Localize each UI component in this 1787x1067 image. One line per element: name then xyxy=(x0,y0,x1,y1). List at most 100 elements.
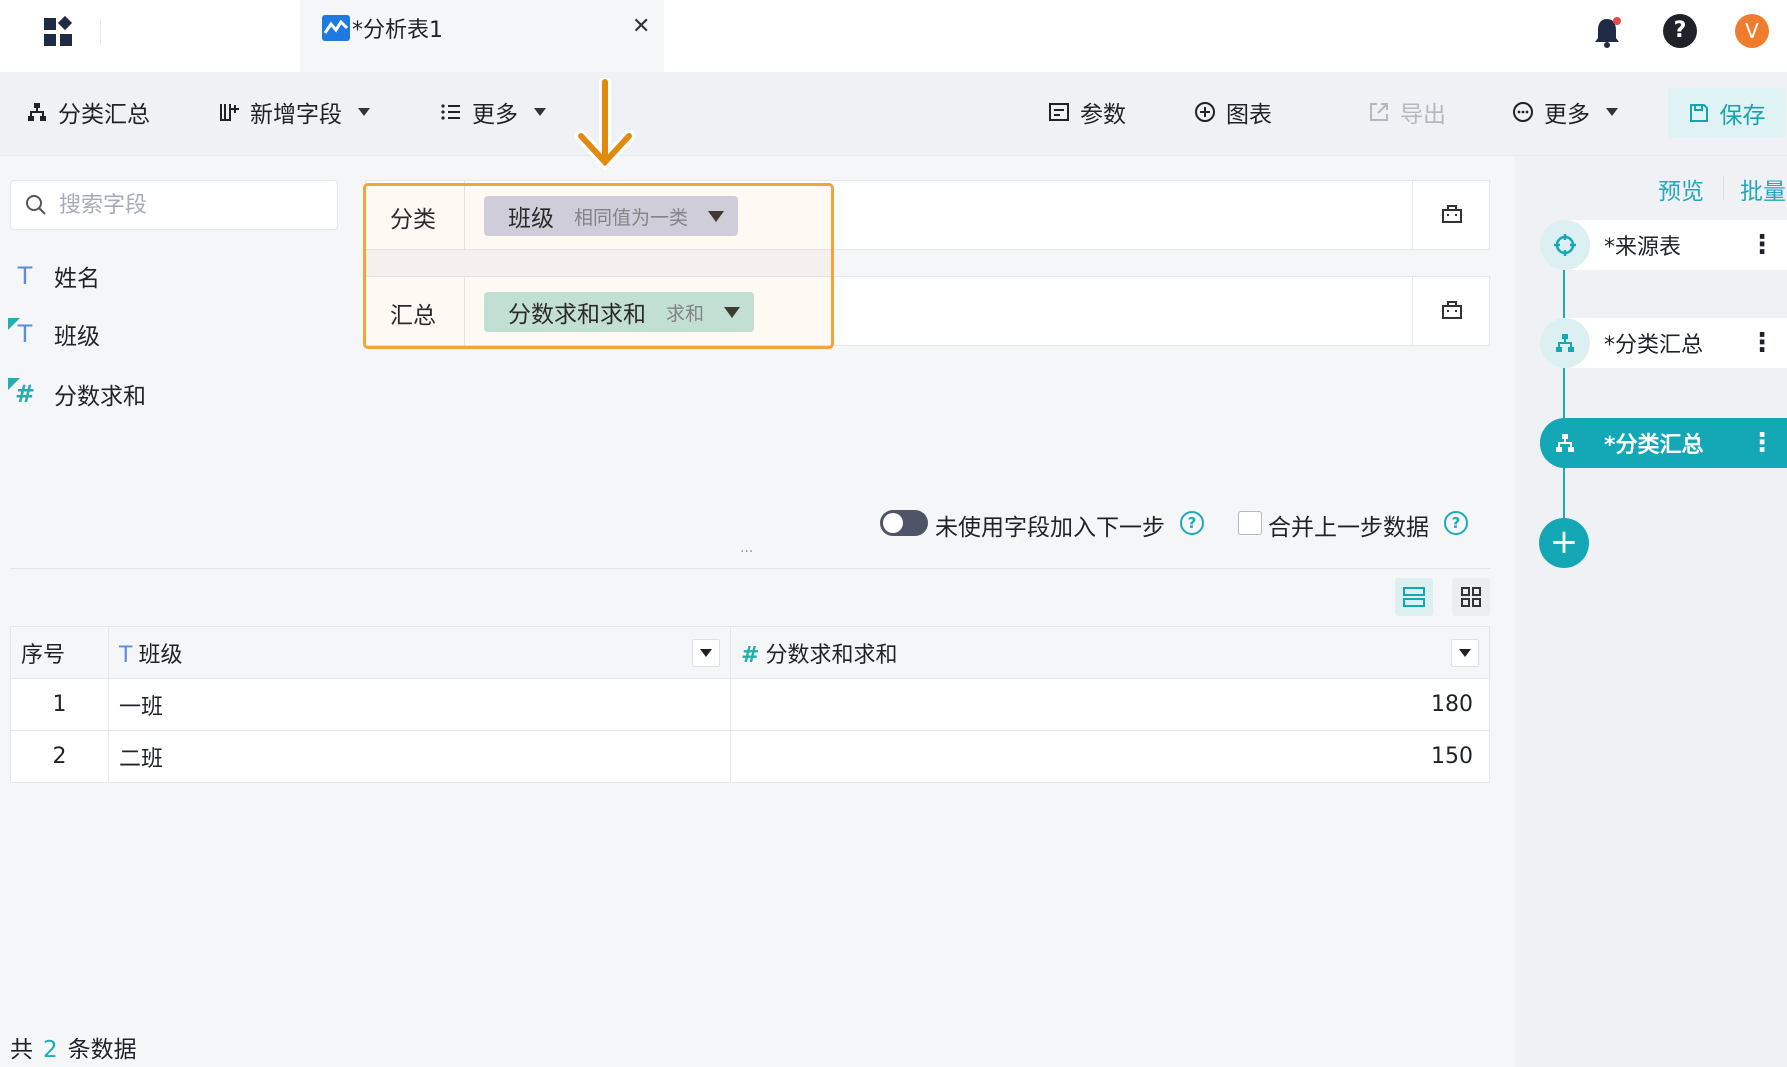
step-connector xyxy=(1563,368,1565,418)
number-type-icon: # xyxy=(8,378,40,408)
more-vertical-icon[interactable]: ⋮ xyxy=(1749,232,1775,258)
text-type-icon: T xyxy=(8,318,40,348)
settings-icon[interactable] xyxy=(1440,203,1464,227)
step-label: *分类汇总 xyxy=(1604,433,1704,458)
avatar[interactable]: V xyxy=(1735,14,1769,48)
group-summary-button[interactable]: 分类汇总 xyxy=(26,94,150,130)
params-button[interactable]: 参数 xyxy=(1048,94,1126,130)
table-row: 1 一班 180 xyxy=(10,678,1490,731)
group-summary-label: 分类汇总 xyxy=(58,102,150,128)
cell-sum: 180 xyxy=(730,678,1490,731)
more-circle-icon xyxy=(1513,102,1533,122)
params-label: 参数 xyxy=(1080,102,1126,128)
more-left-label: 更多 xyxy=(472,102,518,128)
top-bar xyxy=(0,0,1787,72)
help-circle-icon[interactable]: ? xyxy=(1180,511,1204,535)
add-step-button[interactable]: + xyxy=(1539,518,1589,568)
field-item-score[interactable]: # 分数求和 xyxy=(8,374,146,414)
header-label: 班级 xyxy=(138,642,183,668)
more-right-label: 更多 xyxy=(1544,102,1590,128)
batch-link[interactable]: 批量 xyxy=(1740,172,1786,206)
add-field-button[interactable]: 新增字段 xyxy=(218,94,370,130)
number-type-icon: # xyxy=(741,642,760,668)
settings-icon[interactable] xyxy=(1440,299,1464,323)
column-header-class[interactable]: T 班级 xyxy=(108,626,731,679)
field-item-name[interactable]: T 姓名 xyxy=(10,256,100,296)
hierarchy-icon xyxy=(1556,434,1574,452)
chart-label: 图表 xyxy=(1226,102,1272,128)
field-label: 分数求和 xyxy=(54,384,146,410)
chart-button[interactable]: 图表 xyxy=(1194,94,1272,130)
more-button-left[interactable]: 更多 xyxy=(440,94,546,130)
result-table: 序号 T 班级 # 分数求和求和 1 一班 180 2 二班 150 xyxy=(10,626,1490,783)
used-marker-icon xyxy=(8,378,20,390)
step-panel xyxy=(1515,156,1787,1067)
row-divider xyxy=(1412,180,1413,250)
more-button-right[interactable]: 更多 xyxy=(1512,94,1618,130)
params-icon xyxy=(1049,103,1069,121)
field-item-class[interactable]: T 班级 xyxy=(8,314,100,354)
crosshair-icon xyxy=(1554,234,1576,256)
save-button[interactable]: 保存 xyxy=(1668,88,1785,138)
step-label: *来源表 xyxy=(1604,235,1682,260)
analysis-table-icon xyxy=(322,15,350,41)
list-view-icon[interactable] xyxy=(1395,578,1433,616)
panel-divider xyxy=(1723,176,1724,200)
help-icon[interactable]: ? xyxy=(1663,14,1697,48)
table-row: 2 二班 150 xyxy=(10,730,1490,783)
table-header-row: 序号 T 班级 # 分数求和求和 xyxy=(10,626,1490,679)
plus-circle-icon xyxy=(1195,102,1215,122)
export-label: 导出 xyxy=(1400,102,1446,128)
merge-prev-checkbox[interactable] xyxy=(1238,511,1262,535)
section-divider xyxy=(10,568,1490,569)
hierarchy-icon xyxy=(1556,334,1574,352)
count-prefix: 共 xyxy=(10,1037,33,1063)
header-label: 序号 xyxy=(21,642,66,668)
bell-icon[interactable] xyxy=(1590,14,1624,50)
row-divider xyxy=(1412,276,1413,346)
chevron-down-icon xyxy=(534,108,546,116)
step-group-summary-1[interactable]: *分类汇总 ⋮ xyxy=(1540,318,1787,368)
more-vertical-icon[interactable]: ⋮ xyxy=(1749,330,1775,356)
close-icon[interactable]: ✕ xyxy=(632,14,650,39)
cell-index: 1 xyxy=(10,678,109,731)
more-vertical-icon[interactable]: ⋮ xyxy=(1749,430,1775,456)
search-field[interactable] xyxy=(10,180,338,230)
hierarchy-icon xyxy=(28,103,46,121)
unused-fields-label: 未使用字段加入下一步 xyxy=(935,515,1165,541)
search-icon xyxy=(26,195,46,215)
column-header-sum[interactable]: # 分数求和求和 xyxy=(730,626,1490,679)
step-group-summary-2[interactable]: *分类汇总 ⋮ xyxy=(1540,418,1787,468)
save-label: 保存 xyxy=(1719,103,1766,129)
cell-sum: 150 xyxy=(730,730,1490,783)
resize-handle[interactable]: ··· xyxy=(740,544,753,560)
apps-icon[interactable] xyxy=(40,14,76,50)
help-circle-icon[interactable]: ? xyxy=(1444,511,1468,535)
cell-index: 2 xyxy=(10,730,109,783)
step-source-table[interactable]: *来源表 ⋮ xyxy=(1540,220,1787,270)
count-suffix: 条数据 xyxy=(67,1037,137,1063)
count-value: 2 xyxy=(43,1037,58,1063)
step-connector xyxy=(1563,270,1565,318)
field-label: 姓名 xyxy=(54,266,100,292)
preview-link[interactable]: 预览 xyxy=(1658,172,1704,206)
chevron-down-icon xyxy=(358,108,370,116)
step-connector xyxy=(1563,468,1565,518)
unused-fields-toggle[interactable] xyxy=(880,510,928,536)
export-icon xyxy=(1370,103,1388,121)
step-label: *分类汇总 xyxy=(1604,333,1704,358)
step-icon-wrap xyxy=(1540,318,1590,368)
chevron-down-icon xyxy=(1459,648,1471,657)
column-menu-button[interactable] xyxy=(1451,638,1479,667)
down-arrow-icon xyxy=(575,78,635,171)
grid-view-icon[interactable] xyxy=(1452,578,1490,616)
merge-prev-label: 合并上一步数据 xyxy=(1268,515,1429,541)
chevron-down-icon xyxy=(700,648,712,657)
text-type-icon: T xyxy=(17,262,33,290)
row-count: 共 2 条数据 xyxy=(10,1030,137,1064)
cell-class: 一班 xyxy=(108,678,731,731)
column-menu-button[interactable] xyxy=(692,638,720,667)
save-icon xyxy=(1689,104,1708,122)
export-button[interactable]: 导出 xyxy=(1368,94,1446,130)
search-input[interactable] xyxy=(57,191,317,219)
